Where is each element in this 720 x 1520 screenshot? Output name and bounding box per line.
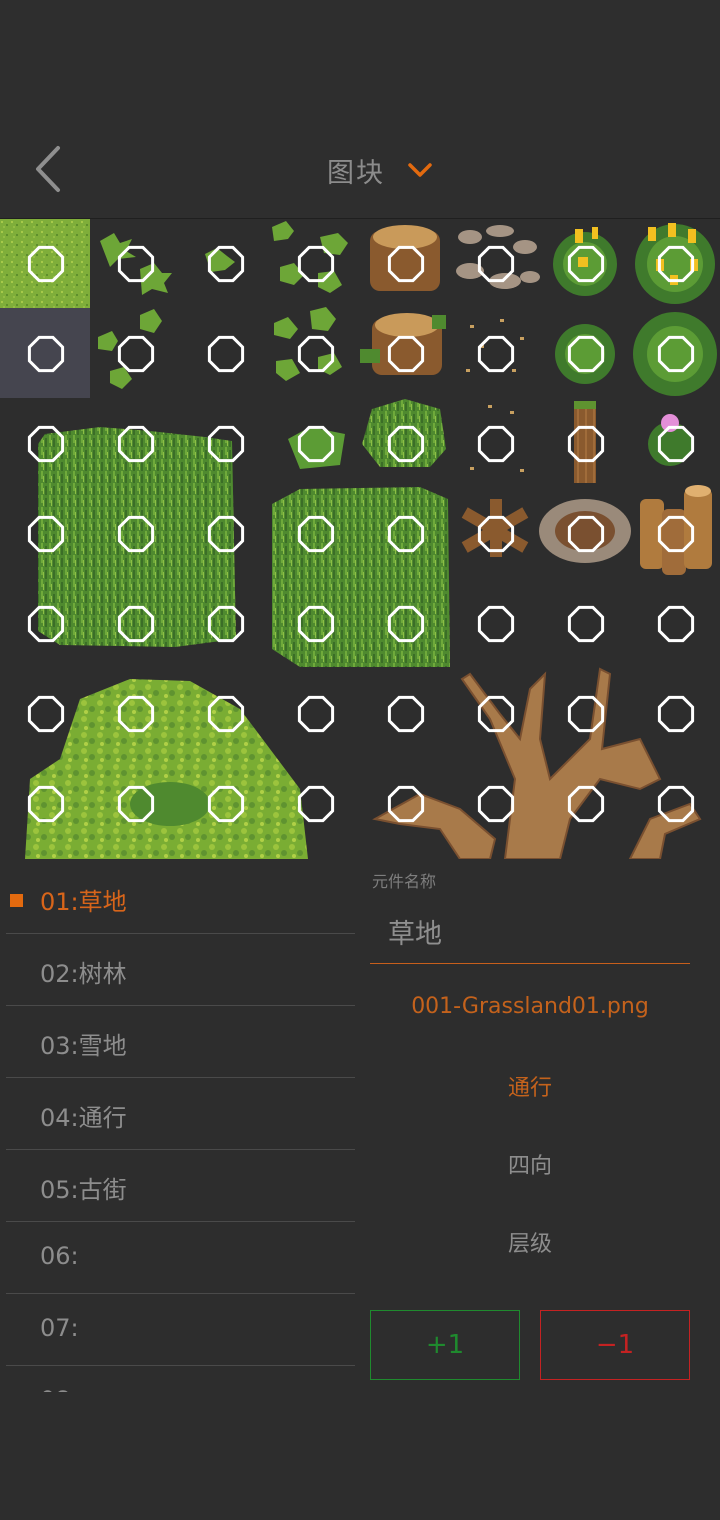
category-label: 03:雪地 (40, 1032, 127, 1060)
octagon-icon (477, 425, 515, 463)
category-label: 06: (40, 1242, 79, 1270)
octagon-icon (657, 695, 695, 733)
tile-name-input[interactable] (370, 900, 690, 964)
tile-tree-sprite (25, 679, 308, 859)
octagon-icon (567, 605, 605, 643)
category-item[interactable]: 05:古街 (6, 1150, 355, 1222)
active-marker-icon (10, 894, 23, 907)
name-field-label: 元件名称 (372, 872, 437, 891)
page-title: 图块 (327, 157, 385, 189)
category-item[interactable]: 03:雪地 (6, 1006, 355, 1078)
category-item[interactable]: 07: (6, 1294, 355, 1366)
four-direction-option[interactable]: 四向 (370, 1148, 690, 1180)
octagon-icon (477, 605, 515, 643)
passable-option[interactable]: 通行 (370, 1070, 690, 1102)
tile-filename: 001-Grassland01.png (411, 994, 649, 1019)
chevron-left-icon (36, 146, 60, 192)
octagon-icon (207, 335, 245, 373)
octagon-icon (477, 785, 515, 823)
tile-dead-tree-sprite (372, 667, 702, 859)
octagon-icon (657, 605, 695, 643)
octagon-icon (297, 335, 335, 373)
back-button[interactable] (28, 142, 72, 196)
category-item[interactable]: 08: (6, 1366, 355, 1392)
category-label: 05:古街 (40, 1176, 127, 1204)
octagon-icon (117, 245, 155, 283)
tileset-dropdown[interactable]: 图块 (300, 148, 460, 192)
octagon-icon (297, 785, 335, 823)
octagon-icon (297, 245, 335, 283)
increment-button[interactable]: +1 (370, 1310, 520, 1380)
category-label: 08: (40, 1386, 79, 1392)
category-item[interactable]: 01:草地 (6, 862, 355, 934)
category-label: 02:树林 (40, 960, 127, 988)
tile-grid[interactable] (0, 219, 720, 859)
decrement-button[interactable]: −1 (540, 1310, 690, 1380)
octagon-icon (387, 695, 425, 733)
tile-properties-panel: 元件名称 001-Grassland01.png 通行 四向 层级 +1 −1 (360, 862, 720, 1422)
layer-option[interactable]: 层级 (370, 1226, 690, 1258)
category-label: 04:通行 (40, 1104, 127, 1132)
tile-stone-sprites (456, 225, 540, 472)
tile-grass-selected[interactable] (0, 219, 90, 308)
category-list: 01:草地 02:树林 03:雪地 04:通行 05:古街 06: 07: 08: (0, 862, 360, 1392)
category-item[interactable]: 02:树林 (6, 934, 355, 1006)
octagon-icon (477, 335, 515, 373)
category-item[interactable]: 04:通行 (6, 1078, 355, 1150)
chevron-down-icon (408, 163, 432, 177)
category-item[interactable]: 06: (6, 1222, 355, 1294)
octagon-icon (297, 695, 335, 733)
octagon-icon (27, 695, 65, 733)
tile-selection-highlight (0, 308, 90, 398)
top-bar: 图块 (0, 0, 720, 218)
category-label: 01:草地 (40, 888, 127, 916)
octagon-icon (117, 335, 155, 373)
category-label: 07: (40, 1314, 79, 1342)
